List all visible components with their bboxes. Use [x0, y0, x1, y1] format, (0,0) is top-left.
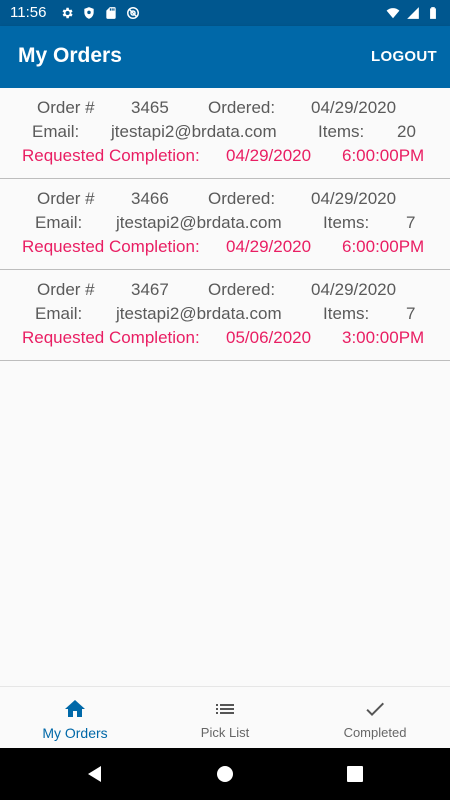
ordered-date: 04/29/2020	[311, 98, 397, 117]
status-icons-left	[60, 6, 140, 20]
items-label: Items:	[323, 213, 370, 232]
items-count: 20	[397, 122, 416, 141]
order-row-header: Order # 3466 Ordered: 04/29/2020	[0, 189, 450, 211]
nav-item-completed[interactable]: Completed	[300, 687, 450, 749]
email-value: jtestapi2@brdata.com	[116, 304, 282, 323]
items-label: Items:	[318, 122, 365, 141]
signal-icon	[407, 7, 419, 19]
status-bar: 11:56	[0, 0, 450, 26]
order-number-label: Order #	[37, 98, 95, 117]
ordered-date: 04/29/2020	[311, 280, 397, 299]
requested-date: 05/06/2020	[226, 328, 312, 347]
system-nav-bar	[0, 748, 450, 800]
order-row-email: Email: jtestapi2@brdata.com Items: 7	[0, 304, 450, 326]
requested-date: 04/29/2020	[226, 237, 312, 256]
email-label: Email:	[35, 304, 83, 323]
order-number: 3465	[131, 98, 169, 117]
battery-icon	[430, 7, 436, 19]
order-row-header: Order # 3465 Ordered: 04/29/2020	[0, 98, 450, 120]
order-card[interactable]: Order # 3466 Ordered: 04/29/2020 Email: …	[0, 179, 450, 270]
at-sign-icon	[127, 7, 139, 19]
items-count: 7	[406, 213, 416, 232]
ordered-label: Ordered:	[208, 98, 276, 117]
requested-time: 3:00:00PM	[342, 328, 425, 347]
nav-item-pick-list[interactable]: Pick List	[150, 687, 300, 749]
app-bar: My Orders LOGOUT	[0, 26, 450, 88]
home-button-icon[interactable]	[215, 764, 235, 784]
recents-icon[interactable]	[345, 764, 365, 784]
logout-button[interactable]: LOGOUT	[371, 48, 437, 65]
nav-item-my-orders[interactable]: My Orders	[0, 687, 150, 749]
items-label: Items:	[323, 304, 370, 323]
order-row-completion: Requested Completion: 05/06/2020 3:00:00…	[0, 328, 450, 350]
order-list: Order # 3465 Ordered: 04/29/2020 Email: …	[0, 88, 450, 361]
email-value: jtestapi2@brdata.com	[111, 122, 277, 141]
sd-card-icon	[106, 7, 116, 19]
requested-completion-label: Requested Completion:	[22, 146, 200, 165]
gear-icon	[62, 7, 73, 19]
ordered-date: 04/29/2020	[311, 189, 397, 208]
status-time: 11:56	[10, 4, 47, 21]
order-number-label: Order #	[37, 280, 95, 299]
requested-completion-label: Requested Completion:	[22, 237, 200, 256]
order-row-email: Email: jtestapi2@brdata.com Items: 20	[0, 122, 450, 144]
screen: 11:56 My Orders LOGOUT Order # 3465 Orde…	[0, 0, 450, 800]
order-row-header: Order # 3467 Ordered: 04/29/2020	[0, 280, 450, 302]
order-number: 3466	[131, 189, 169, 208]
ordered-label: Ordered:	[208, 189, 276, 208]
order-number: 3467	[131, 280, 169, 299]
nav-label: Pick List	[200, 725, 250, 740]
requested-completion-label: Requested Completion:	[22, 328, 200, 347]
page-title: My Orders	[18, 44, 122, 67]
back-icon[interactable]	[85, 764, 105, 784]
order-card[interactable]: Order # 3467 Ordered: 04/29/2020 Email: …	[0, 270, 450, 361]
items-count: 7	[406, 304, 416, 323]
ordered-label: Ordered:	[208, 280, 276, 299]
check-icon	[366, 702, 384, 716]
order-row-email: Email: jtestapi2@brdata.com Items: 7	[0, 213, 450, 235]
email-label: Email:	[35, 213, 83, 232]
bottom-nav: My Orders Pick List Completed	[0, 686, 450, 748]
home-icon	[65, 700, 85, 717]
order-row-completion: Requested Completion: 04/29/2020 6:00:00…	[0, 146, 450, 168]
nav-label: Completed	[343, 725, 407, 740]
nav-label: My Orders	[42, 725, 108, 741]
requested-time: 6:00:00PM	[342, 146, 425, 165]
email-value: jtestapi2@brdata.com	[116, 213, 282, 232]
order-number-label: Order #	[37, 189, 95, 208]
shield-icon	[84, 7, 94, 19]
order-row-completion: Requested Completion: 04/29/2020 6:00:00…	[0, 237, 450, 259]
wifi-icon	[386, 8, 400, 19]
list-icon	[216, 704, 234, 714]
requested-date: 04/29/2020	[226, 146, 312, 165]
requested-time: 6:00:00PM	[342, 237, 425, 256]
order-card[interactable]: Order # 3465 Ordered: 04/29/2020 Email: …	[0, 88, 450, 179]
status-icons-right	[386, 6, 440, 20]
email-label: Email:	[32, 122, 80, 141]
